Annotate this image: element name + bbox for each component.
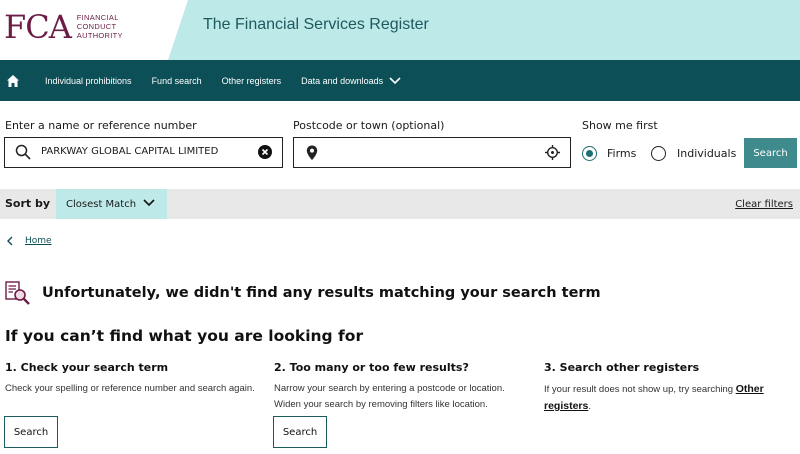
clear-input-icon[interactable] <box>258 145 272 159</box>
help-text: Narrow your search by entering a postcod… <box>274 383 505 410</box>
breadcrumb: Home <box>7 236 52 246</box>
sort-by-label: Sort by <box>5 197 51 210</box>
postcode-input[interactable] <box>293 137 571 168</box>
location-pin-icon <box>306 145 318 160</box>
breadcrumb-home-link[interactable]: Home <box>25 236 52 246</box>
help-column-results: 2. Too many or too few results? Narrow y… <box>274 361 524 413</box>
main-nav: Individual prohibitions Fund search Othe… <box>0 60 800 101</box>
search-button[interactable]: Search <box>744 138 797 168</box>
search-icon <box>15 144 31 160</box>
help-column-other-registers: 3. Search other registers If your result… <box>544 361 794 415</box>
help-heading: 3. Search other registers <box>544 361 700 374</box>
logo-text: FINANCIAL CONDUCT AUTHORITY <box>76 13 123 40</box>
logo-mark: FCA <box>4 8 72 46</box>
site-title[interactable]: The Financial Services Register <box>203 16 429 34</box>
help-heading: 1. Check your search term <box>5 361 169 374</box>
chevron-down-icon <box>143 199 155 207</box>
fca-logo[interactable]: FCA FINANCIAL CONDUCT AUTHORITY <box>4 10 123 44</box>
radio-firms[interactable] <box>582 146 597 161</box>
help-text: Check your spelling or reference number … <box>5 383 255 394</box>
sort-select[interactable]: Closest Match <box>56 189 167 219</box>
clear-filters-link[interactable]: Clear filters <box>735 199 793 210</box>
help-heading: 2. Too many or too few results? <box>274 361 469 374</box>
name-search-input[interactable]: PARKWAY GLOBAL CAPITAL LIMITED <box>4 137 283 168</box>
nav-data-and-downloads[interactable]: Data and downloads <box>301 76 401 86</box>
sort-selected-value: Closest Match <box>66 198 137 210</box>
name-field-label: Enter a name or reference number <box>5 119 197 132</box>
chevron-left-icon <box>7 236 13 246</box>
nav-other-registers[interactable]: Other registers <box>222 76 282 86</box>
crosshair-locate-icon[interactable] <box>545 145 560 160</box>
sort-bar: Sort by Closest Match Clear filters <box>0 189 800 219</box>
document-search-icon <box>5 281 30 305</box>
site-header: FCA FINANCIAL CONDUCT AUTHORITY The Fina… <box>0 0 800 60</box>
help-column-check-search: 1. Check your search term Check your spe… <box>5 361 255 397</box>
chevron-down-icon <box>389 76 401 84</box>
help-text: If your result does not show up, try sea… <box>544 383 764 412</box>
help-title: If you can’t find what you are looking f… <box>5 327 364 345</box>
nav-fund-search[interactable]: Fund search <box>152 76 202 86</box>
no-results-banner: Unfortunately, we didn't find any result… <box>5 281 601 305</box>
show-me-first-label: Show me first <box>582 119 658 132</box>
help-search-button-2[interactable]: Search <box>273 416 327 448</box>
nav-individual-prohibitions[interactable]: Individual prohibitions <box>45 76 132 86</box>
radio-individuals-label[interactable]: Individuals <box>677 147 736 160</box>
help-search-button-1[interactable]: Search <box>4 416 58 448</box>
no-results-message: Unfortunately, we didn't find any result… <box>42 285 601 301</box>
name-search-value: PARKWAY GLOBAL CAPITAL LIMITED <box>41 146 219 157</box>
postcode-field-label: Postcode or town (optional) <box>293 119 445 132</box>
radio-individuals[interactable] <box>651 146 666 161</box>
radio-firms-label[interactable]: Firms <box>607 147 636 160</box>
home-icon[interactable] <box>0 60 26 101</box>
